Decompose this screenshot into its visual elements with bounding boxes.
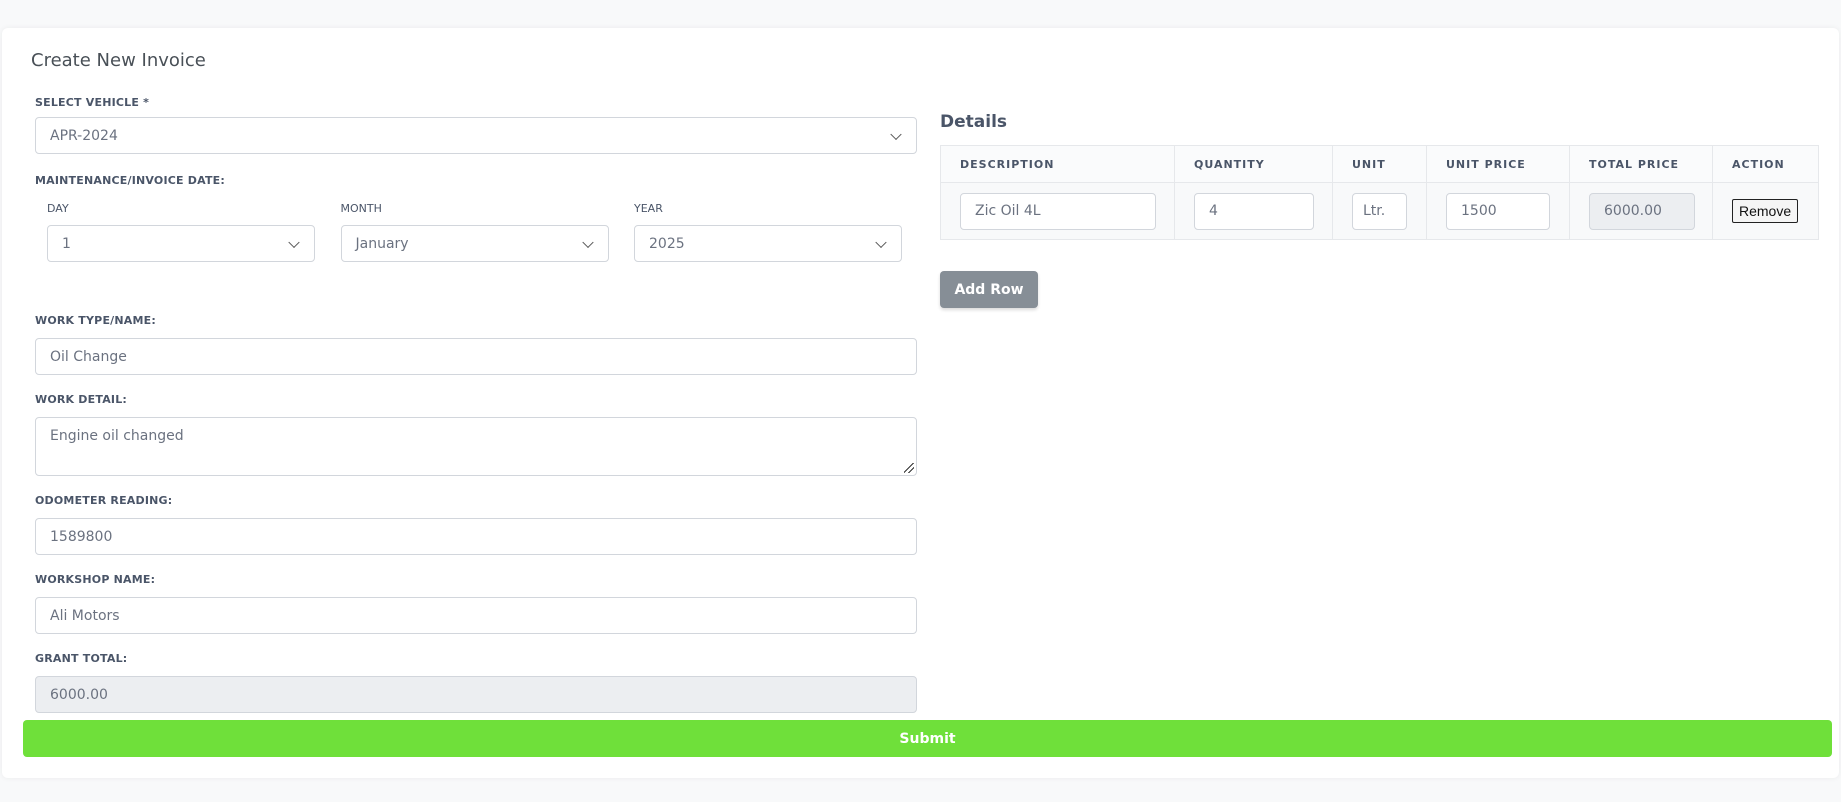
year-select[interactable]: 2025 — [634, 225, 902, 262]
cell-total-price: 6000.00 — [1569, 182, 1713, 240]
vehicle-select[interactable]: APR-2024 — [35, 117, 917, 154]
column-header-action: ACTION — [1712, 145, 1819, 183]
submit-button[interactable]: Submit — [23, 720, 1832, 757]
unit-input[interactable]: Ltr. — [1352, 192, 1407, 230]
column-header-description: DESCRIPTION — [940, 145, 1175, 183]
vehicle-select-value: APR-2024 — [50, 127, 118, 144]
description-value: Zic Oil 4L — [975, 203, 1041, 219]
work-detail-field: WORK DETAIL: Engine oil changed — [35, 393, 917, 476]
quantity-value: 4 — [1209, 203, 1218, 219]
month-select-value: January — [355, 235, 409, 252]
vehicle-field: SELECT VEHICLE * APR-2024 — [35, 96, 917, 154]
workshop-input[interactable]: Ali Motors — [35, 597, 917, 634]
description-input[interactable]: Zic Oil 4L — [960, 192, 1156, 230]
cell-unit-price: 1500 — [1426, 182, 1570, 240]
grand-total-value: 6000.00 — [50, 686, 108, 703]
work-type-input[interactable]: Oil Change — [35, 338, 917, 375]
year-label: YEAR — [634, 202, 663, 215]
grand-total-field: GRANT TOTAL: 6000.00 — [35, 652, 917, 713]
chevron-down-icon — [875, 236, 887, 248]
total-price-value: 6000.00 — [1604, 203, 1662, 219]
quantity-input[interactable]: 4 — [1194, 192, 1314, 230]
cell-description: Zic Oil 4L — [940, 182, 1175, 240]
work-detail-textarea[interactable]: Engine oil changed — [35, 417, 917, 476]
grand-total-label: GRANT TOTAL: — [35, 652, 128, 665]
work-detail-label: WORK DETAIL: — [35, 393, 128, 406]
cell-unit: Ltr. — [1332, 182, 1427, 240]
day-select-value: 1 — [62, 235, 71, 252]
day-field: DAY 1 — [47, 202, 315, 262]
invoice-card: Create New Invoice SELECT VEHICLE * APR-… — [2, 28, 1839, 778]
chevron-down-icon — [581, 236, 594, 248]
column-header-total-price: TOTAL PRICE — [1569, 145, 1713, 183]
cell-quantity: 4 — [1174, 182, 1333, 240]
column-header-unit: UNIT — [1332, 145, 1427, 183]
odometer-value: 1589800 — [50, 528, 113, 545]
remove-row-button[interactable]: Remove — [1732, 199, 1799, 223]
column-header-unit-price: UNIT PRICE — [1426, 145, 1570, 183]
unit-value: Ltr. — [1363, 203, 1386, 219]
workshop-label: WORKSHOP NAME: — [35, 573, 156, 586]
day-select[interactable]: 1 — [47, 225, 315, 262]
day-label: DAY — [47, 202, 69, 215]
chevron-down-icon — [288, 236, 300, 248]
table-header-row: DESCRIPTION QUANTITY UNIT UNIT PRICE TOT… — [940, 145, 1819, 183]
details-panel: Details DESCRIPTION QUANTITY UNIT UNIT P… — [940, 112, 1819, 308]
unit-price-input[interactable]: 1500 — [1446, 192, 1550, 230]
grand-total-input: 6000.00 — [35, 676, 917, 713]
table-row: Zic Oil 4L 4 Ltr. 1500 6000.00 Remove — [940, 182, 1819, 240]
work-type-field: WORK TYPE/NAME: Oil Change — [35, 314, 917, 375]
work-type-label: WORK TYPE/NAME: — [35, 314, 156, 327]
workshop-field: WORKSHOP NAME: Ali Motors — [35, 573, 917, 634]
work-type-value: Oil Change — [50, 348, 127, 365]
resize-handle-icon[interactable] — [904, 463, 914, 473]
odometer-input[interactable]: 1589800 — [35, 518, 917, 555]
workshop-value: Ali Motors — [50, 607, 120, 624]
date-label: MAINTENANCE/INVOICE DATE: — [35, 174, 225, 187]
vehicle-label: SELECT VEHICLE * — [35, 96, 150, 109]
month-label: MONTH — [340, 202, 382, 215]
page-title: Create New Invoice — [31, 50, 206, 71]
details-table: DESCRIPTION QUANTITY UNIT UNIT PRICE TOT… — [940, 145, 1819, 240]
date-field: MAINTENANCE/INVOICE DATE: — [35, 174, 917, 188]
add-row-button[interactable]: Add Row — [940, 271, 1038, 308]
cell-action: Remove — [1712, 182, 1819, 240]
details-title: Details — [940, 112, 1008, 132]
date-row: DAY 1 MONTH January YEAR 2025 — [47, 202, 902, 262]
year-field: YEAR 2025 — [634, 202, 902, 262]
chevron-down-icon — [890, 128, 902, 140]
column-header-quantity: QUANTITY — [1174, 145, 1333, 183]
month-field: MONTH January — [340, 202, 609, 262]
total-price-input: 6000.00 — [1589, 192, 1695, 230]
month-select[interactable]: January — [340, 225, 609, 262]
unit-price-value: 1500 — [1461, 203, 1497, 219]
odometer-field: ODOMETER READING: 1589800 — [35, 494, 917, 555]
work-detail-value: Engine oil changed — [50, 428, 184, 444]
year-select-value: 2025 — [649, 235, 685, 252]
odometer-label: ODOMETER READING: — [35, 494, 173, 507]
